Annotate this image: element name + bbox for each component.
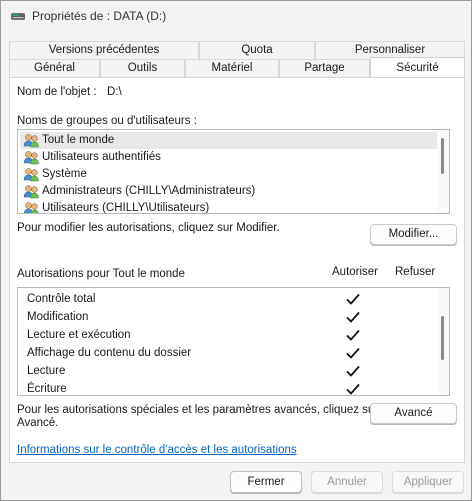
tab-tools[interactable]: Outils xyxy=(100,59,185,77)
deny-column-header: Refuser xyxy=(395,266,436,278)
check-icon xyxy=(346,347,360,359)
object-name-value: D:\ xyxy=(107,86,122,98)
groups-scrollbar[interactable] xyxy=(437,130,449,213)
modify-button[interactable]: Modifier... xyxy=(370,224,457,245)
check-icon xyxy=(346,329,360,341)
advanced-button[interactable]: Avancé xyxy=(370,403,457,424)
check-icon xyxy=(346,383,360,395)
permission-row-modify: Modification xyxy=(18,309,438,327)
apply-button[interactable]: Appliquer xyxy=(392,471,464,493)
properties-window: Propriétés de : DATA (D:) Versions précé… xyxy=(0,0,472,501)
permission-row-write: Écriture xyxy=(18,381,438,395)
users-icon xyxy=(23,168,39,182)
security-panel: Nom de l'objet : D:\ Noms de groupes ou … xyxy=(9,77,465,463)
tab-security[interactable]: Sécurité xyxy=(370,57,465,77)
close-button[interactable]: Fermer xyxy=(230,471,302,493)
check-icon xyxy=(346,311,360,323)
allow-column-header: Autoriser xyxy=(332,266,379,278)
permissions-listbox[interactable]: Contrôle total Modification Lecture et e… xyxy=(17,287,450,396)
permission-row-read: Lecture xyxy=(18,363,438,381)
tab-sharing[interactable]: Partage xyxy=(279,59,370,77)
tab-general[interactable]: Général xyxy=(9,59,100,77)
window-title: Propriétés de : DATA (D:) xyxy=(32,9,167,23)
check-icon xyxy=(346,365,360,377)
scrollbar-thumb[interactable] xyxy=(441,316,444,360)
groups-label: Noms de groupes ou d'utilisateurs : xyxy=(17,115,197,127)
list-item-everyone[interactable]: Tout le monde xyxy=(20,132,437,149)
tab-hardware[interactable]: Matériel xyxy=(185,59,279,77)
scrollbar-thumb[interactable] xyxy=(441,138,444,174)
modify-hint: Pour modifier les autorisations, cliquez… xyxy=(17,222,280,234)
users-icon xyxy=(23,202,39,213)
permission-row-full-control: Contrôle total xyxy=(18,291,438,309)
permission-row-list-folder: Affichage du contenu du dossier xyxy=(18,345,438,363)
users-icon xyxy=(23,185,39,199)
permissions-scrollbar[interactable] xyxy=(437,288,449,395)
groups-listbox[interactable]: Tout le monde Utilisateurs authentifiés xyxy=(17,129,450,214)
users-icon xyxy=(23,151,39,165)
tab-previous-versions[interactable]: Versions précédentes xyxy=(9,41,199,59)
advanced-hint-line2: Avancé. xyxy=(17,417,59,429)
check-icon xyxy=(346,293,360,305)
users-icon xyxy=(23,134,39,148)
permissions-title: Autorisations pour Tout le monde xyxy=(17,268,185,280)
advanced-hint-line1: Pour les autorisations spéciales et les … xyxy=(17,404,379,416)
cancel-button[interactable]: Annuler xyxy=(311,471,383,493)
drive-icon xyxy=(11,13,25,20)
object-name-label: Nom de l'objet : xyxy=(17,86,97,98)
access-control-info-link[interactable]: Informations sur le contrôle d'accès et … xyxy=(17,444,297,456)
tab-quota[interactable]: Quota xyxy=(199,41,315,59)
permission-row-read-execute: Lecture et exécution xyxy=(18,327,438,345)
title-bar: Propriétés de : DATA (D:) xyxy=(1,1,471,33)
